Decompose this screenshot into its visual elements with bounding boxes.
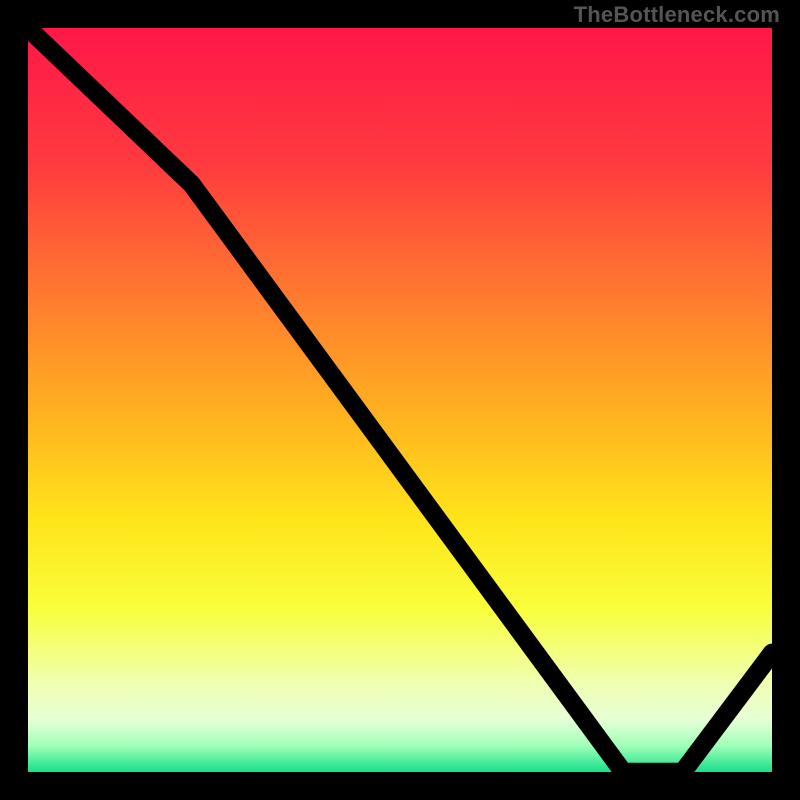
watermark-text: TheBottleneck.com bbox=[574, 2, 780, 28]
chart-frame: TheBottleneck.com bbox=[0, 0, 800, 800]
plot-area bbox=[28, 28, 772, 772]
gradient-bg bbox=[28, 28, 772, 772]
